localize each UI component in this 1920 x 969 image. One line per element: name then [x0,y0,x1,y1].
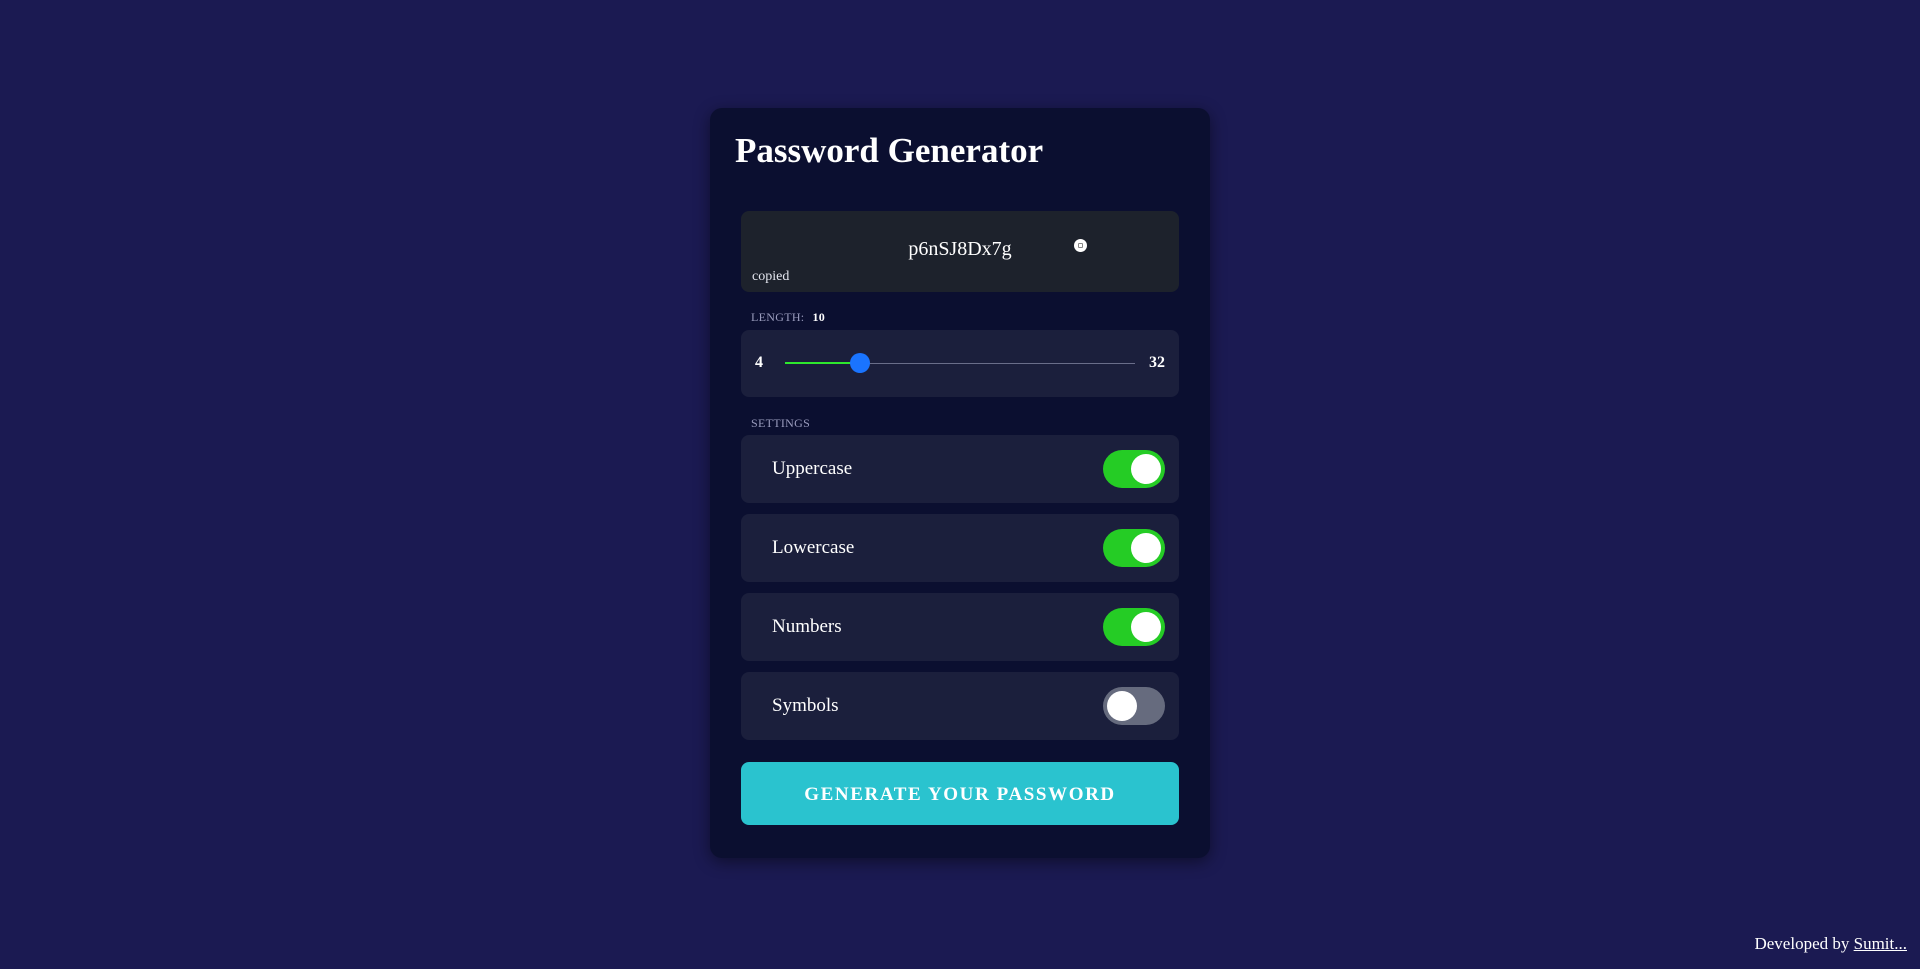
settings-label: SETTINGS [751,416,811,430]
setting-lowercase: Lowercase [741,514,1179,582]
numbers-toggle[interactable] [1103,608,1165,646]
setting-label-numbers: Numbers [772,616,842,637]
toggle-knob [1107,691,1137,721]
length-label-text: LENGTH: [751,310,805,324]
length-slider-box: 4 32 [741,330,1179,397]
length-value: 10 [812,310,826,324]
slider-thumb[interactable] [849,353,870,373]
page-title: Password Generator [735,131,1044,170]
slider-max-label: 32 [1149,354,1165,371]
setting-label-uppercase: Uppercase [772,458,853,479]
setting-label-lowercase: Lowercase [772,537,855,558]
footer-prefix: Developed by [1754,934,1850,953]
setting-symbols: Symbols [741,672,1179,740]
copied-status: copied [752,269,790,284]
symbols-toggle[interactable] [1103,687,1165,725]
password-result-box: p6nSJ8Dx7g copied [741,211,1179,292]
toggle-knob [1131,454,1161,484]
password-generator-card: Password Generator p6nSJ8Dx7g copied LEN… [710,108,1210,858]
slider-fill [785,362,860,364]
generated-password: p6nSJ8Dx7g [908,238,1012,260]
setting-uppercase: Uppercase [741,435,1179,503]
clipboard-icon[interactable] [1074,239,1087,252]
setting-numbers: Numbers [741,593,1179,661]
setting-label-symbols: Symbols [772,695,839,716]
slider-min-label: 4 [755,354,763,371]
toggle-knob [1131,612,1161,642]
toggle-knob [1131,533,1161,563]
footer-credit: Developed by Sumit... [1754,934,1907,954]
generate-password-button[interactable]: GENERATE YOUR PASSWORD [741,762,1179,825]
length-slider[interactable] [785,353,1135,373]
uppercase-toggle[interactable] [1103,450,1165,488]
lowercase-toggle[interactable] [1103,529,1165,567]
author-link[interactable]: Sumit... [1854,934,1907,953]
length-label: LENGTH: 10 [751,310,825,325]
